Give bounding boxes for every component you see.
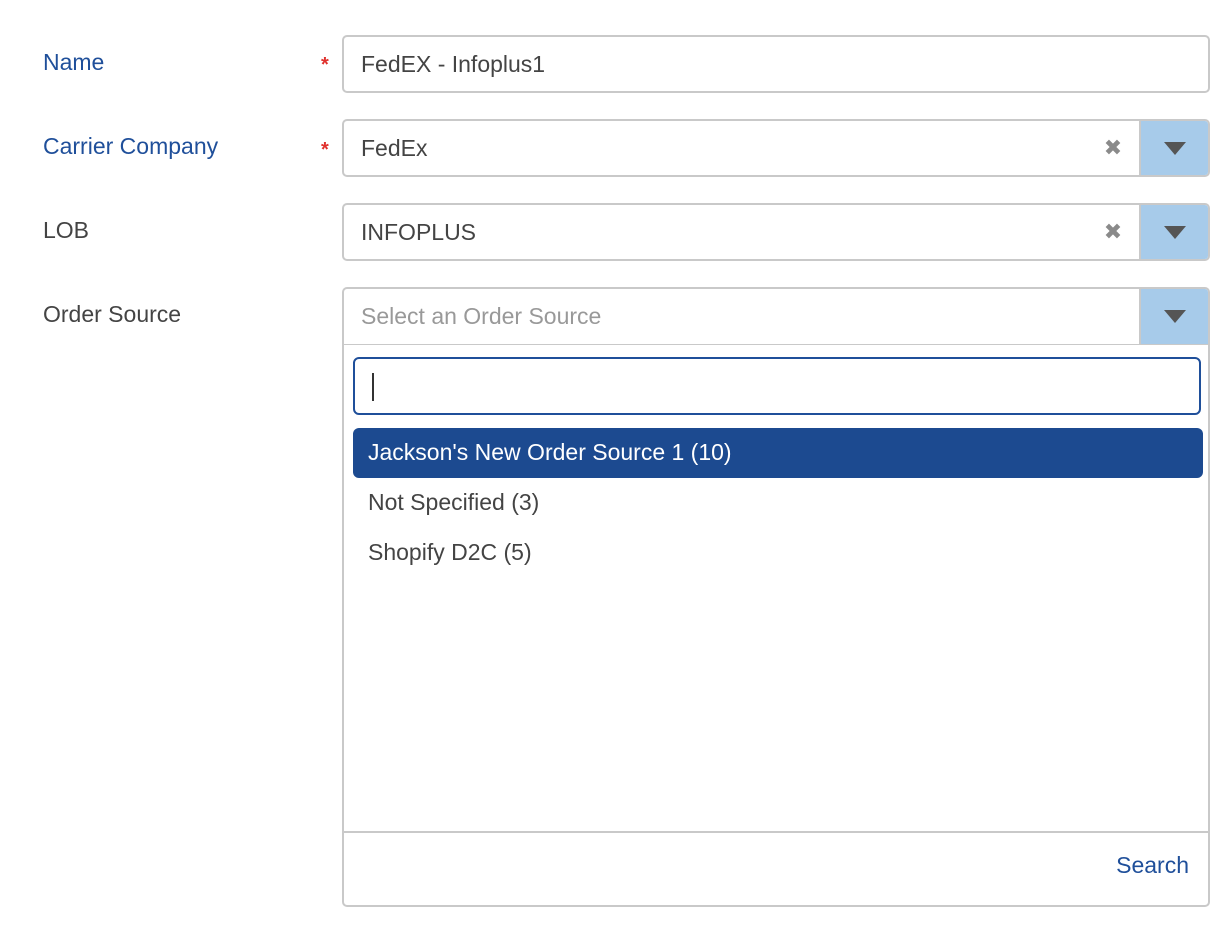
chevron-down-icon (1164, 310, 1186, 323)
lob-select[interactable]: INFOPLUS ✖ (342, 203, 1210, 261)
dropdown-options: Jackson's New Order Source 1 (10) Not Sp… (353, 428, 1203, 578)
text-cursor (372, 373, 374, 401)
carrier-company-dropdown-button[interactable] (1139, 121, 1208, 175)
carrier-company-label: Carrier Company (43, 133, 219, 159)
dropdown-option[interactable]: Jackson's New Order Source 1 (10) (353, 428, 1203, 478)
dropdown-option[interactable]: Shopify D2C (5) (353, 528, 1203, 578)
search-link[interactable]: Search (1116, 852, 1189, 879)
order-source-dropdown: Jackson's New Order Source 1 (10) Not Sp… (342, 344, 1210, 907)
order-source-placeholder: Select an Order Source (361, 303, 602, 329)
carrier-company-required-mark: * (321, 139, 329, 161)
dropdown-option[interactable]: Not Specified (3) (353, 478, 1203, 528)
chevron-down-icon (1164, 226, 1186, 239)
order-source-dropdown-button[interactable] (1139, 289, 1208, 345)
name-label: Name (43, 49, 105, 75)
dropdown-search-input[interactable] (353, 357, 1201, 415)
name-input[interactable]: FedEX - Infoplus1 (342, 35, 1210, 93)
name-required-mark: * (321, 54, 329, 76)
name-input-value: FedEX - Infoplus1 (361, 51, 546, 77)
order-source-label: Order Source (43, 301, 182, 327)
lob-value: INFOPLUS (361, 219, 477, 245)
dropdown-footer: Search (344, 831, 1208, 905)
lob-dropdown-button[interactable] (1139, 205, 1208, 259)
carrier-form: Name * FedEX - Infoplus1 Carrier Company… (0, 0, 1224, 932)
carrier-company-select[interactable]: FedEx ✖ (342, 119, 1210, 177)
order-source-select[interactable]: Select an Order Source (342, 287, 1210, 345)
lob-label: LOB (43, 217, 90, 243)
chevron-down-icon (1164, 142, 1186, 155)
clear-icon[interactable]: ✖ (1102, 221, 1124, 243)
clear-icon[interactable]: ✖ (1102, 137, 1124, 159)
carrier-company-value: FedEx (361, 135, 428, 161)
